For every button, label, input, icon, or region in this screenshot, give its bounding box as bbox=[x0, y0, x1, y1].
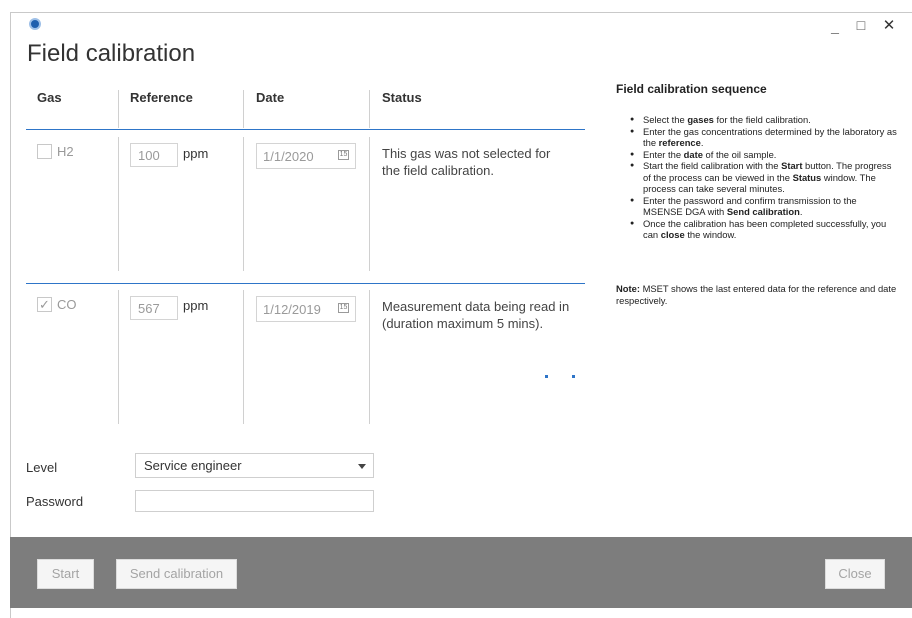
send-calibration-button[interactable]: Send calibration bbox=[116, 559, 237, 589]
row-separator bbox=[26, 129, 585, 130]
instruction-text: the window. bbox=[684, 229, 737, 240]
date-picker[interactable]: 1/12/2019 15 bbox=[256, 296, 356, 322]
gas-label: H2 bbox=[57, 144, 74, 159]
calendar-icon[interactable]: 15 bbox=[338, 303, 349, 313]
column-header-status: Status bbox=[382, 90, 422, 105]
title-bar: _ ☐ ✕ bbox=[11, 13, 912, 41]
instruction-text: for the field calibration. bbox=[713, 114, 811, 125]
instruction-step: Select the gases for the field calibrati… bbox=[630, 114, 898, 126]
close-button[interactable]: Close bbox=[825, 559, 885, 589]
instruction-step: Start the field calibration with the Sta… bbox=[630, 160, 898, 195]
instructions-title: Field calibration sequence bbox=[616, 82, 767, 96]
column-divider bbox=[369, 137, 370, 271]
level-value: Service engineer bbox=[144, 458, 242, 473]
progress-dot bbox=[545, 375, 548, 378]
date-value: 1/1/2020 bbox=[263, 149, 314, 164]
progress-dot bbox=[572, 375, 575, 378]
reference-input[interactable]: 100 bbox=[130, 143, 178, 167]
chevron-down-icon bbox=[358, 464, 366, 469]
row-separator bbox=[26, 283, 585, 284]
instruction-text: Enter the bbox=[643, 148, 684, 160]
column-divider bbox=[369, 290, 370, 424]
password-label: Password bbox=[26, 494, 84, 509]
column-header-reference: Reference bbox=[130, 90, 193, 105]
column-header-gas: Gas bbox=[37, 90, 62, 105]
instruction-keyword: close bbox=[660, 229, 685, 240]
instructions-list: Select the gases for the field calibrati… bbox=[630, 114, 898, 241]
level-select[interactable]: Service engineer bbox=[135, 453, 374, 478]
instruction-text: Start the field calibration with the bbox=[643, 160, 782, 171]
instruction-keyword: Status bbox=[792, 171, 822, 183]
calendar-icon[interactable]: 15 bbox=[338, 150, 349, 160]
level-label: Level bbox=[26, 460, 58, 475]
column-header-date: Date bbox=[256, 90, 285, 105]
instruction-keyword: gases bbox=[687, 114, 714, 125]
column-divider bbox=[118, 90, 119, 128]
column-divider bbox=[243, 290, 244, 424]
unit-label: ppm bbox=[183, 146, 209, 161]
column-divider bbox=[243, 90, 244, 128]
date-value: 1/12/2019 bbox=[263, 302, 321, 317]
status-text: This gas was not selected for the field … bbox=[382, 146, 551, 178]
page-title: Field calibration bbox=[27, 40, 196, 67]
maximize-button[interactable]: ☐ bbox=[849, 16, 873, 36]
start-button[interactable]: Start bbox=[37, 559, 94, 589]
instruction-keyword: Send calibration bbox=[726, 206, 800, 217]
column-divider bbox=[118, 290, 119, 424]
gas-checkbox-co[interactable]: ✓ bbox=[37, 297, 52, 312]
instruction-step: Enter the password and confirm transmiss… bbox=[630, 195, 898, 218]
instruction-keyword: reference bbox=[658, 137, 701, 148]
instruction-keyword: Start bbox=[781, 160, 803, 171]
instruction-step: Enter the gas concentrations determined … bbox=[630, 126, 898, 149]
instruction-keyword: date bbox=[683, 148, 703, 160]
column-divider bbox=[369, 90, 370, 128]
gas-checkbox-h2[interactable] bbox=[37, 144, 52, 159]
gas-label: CO bbox=[57, 297, 77, 312]
note-text: MSET shows the last entered data for the… bbox=[616, 283, 897, 306]
close-window-button[interactable]: ✕ bbox=[877, 16, 901, 36]
note-label: Note: bbox=[616, 283, 640, 294]
instruction-text: of the oil sample. bbox=[702, 148, 777, 160]
footer-bar: Start Send calibration Close bbox=[10, 537, 912, 608]
date-picker[interactable]: 1/1/2020 15 bbox=[256, 143, 356, 169]
password-input[interactable] bbox=[135, 490, 374, 512]
column-divider bbox=[243, 137, 244, 271]
column-divider bbox=[118, 137, 119, 271]
instruction-text: . bbox=[799, 206, 803, 217]
instructions-note: Note: MSET shows the last entered data f… bbox=[616, 283, 898, 306]
app-icon bbox=[29, 18, 41, 30]
unit-label: ppm bbox=[183, 298, 209, 313]
minimize-button[interactable]: _ bbox=[823, 16, 847, 36]
instruction-text: . bbox=[700, 137, 704, 148]
instruction-step: Once the calibration has been completed … bbox=[630, 218, 898, 241]
instruction-text: Select the bbox=[643, 114, 688, 125]
reference-input[interactable]: 567 bbox=[130, 296, 178, 320]
instruction-step: Enter the date of the oil sample. bbox=[630, 149, 898, 161]
status-text: Measurement data being read in (duration… bbox=[382, 299, 570, 331]
